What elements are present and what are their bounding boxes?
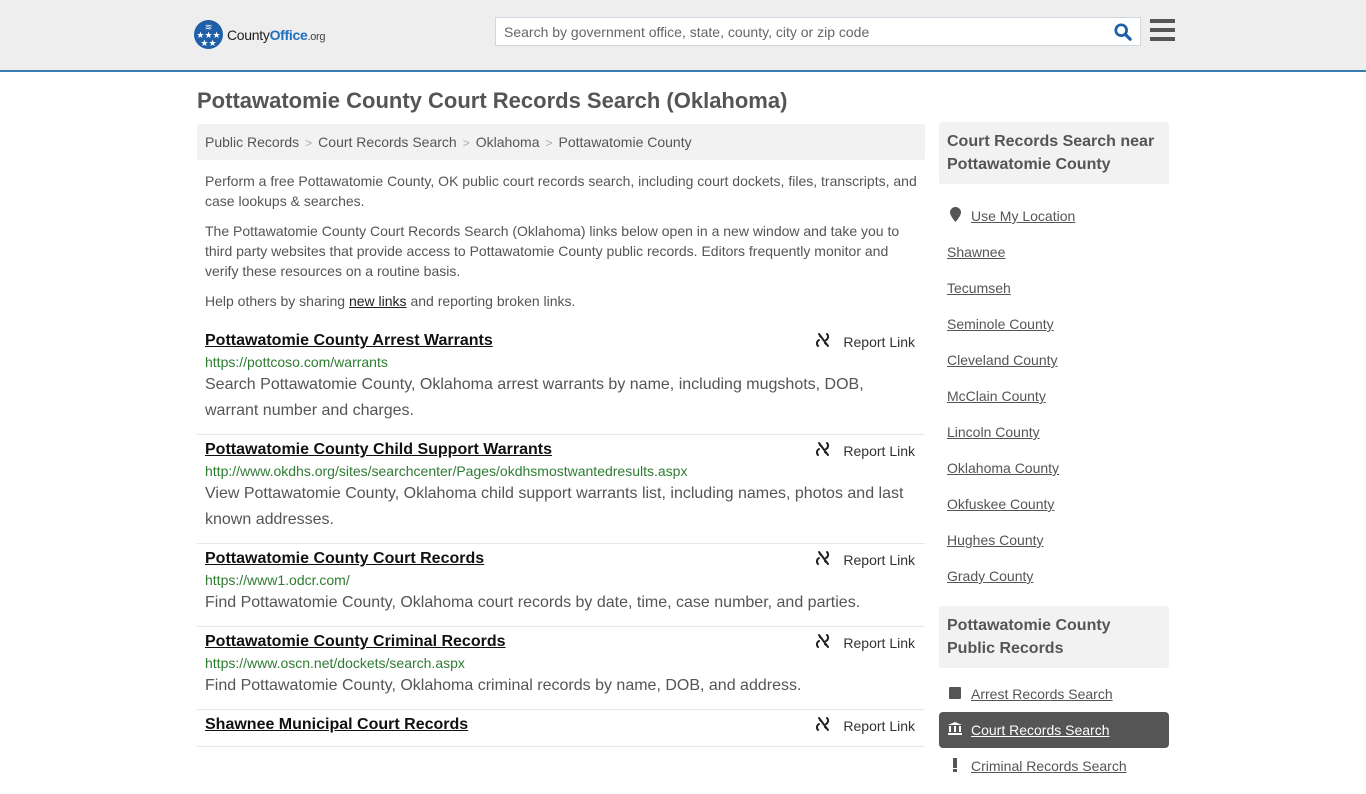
result-url[interactable]: https://www.oscn.net/dockets/search.aspx <box>205 653 917 673</box>
logo-text: CountyOffice.org <box>227 26 326 43</box>
nearby-item[interactable]: Shawnee <box>947 234 1161 270</box>
site-header: ≋ ★★★ ★★ CountyOffice.org <box>0 0 1366 72</box>
nearby-heading: Court Records Search near Pottawatomie C… <box>939 122 1169 184</box>
broken-link-icon <box>815 716 843 735</box>
help-text: Help others by sharing <box>205 293 349 309</box>
breadcrumb-pottawatomie-county[interactable]: Pottawatomie County <box>559 134 692 150</box>
breadcrumb-separator: > <box>545 136 553 150</box>
report-link-label: Report Link <box>843 634 915 651</box>
search-input[interactable] <box>496 18 1096 45</box>
result-url[interactable]: https://www1.odcr.com/ <box>205 570 917 590</box>
result-item: Shawnee Municipal Court Records Report Li… <box>197 710 925 747</box>
public-records-item[interactable]: Criminal Records Search <box>947 748 1161 784</box>
sidebar: Court Records Search near Pottawatomie C… <box>939 122 1169 794</box>
result-description: Find Pottawatomie County, Oklahoma court… <box>205 594 861 611</box>
nearby-link[interactable]: McClain County <box>947 388 1046 404</box>
nearby-item[interactable]: Hughes County <box>947 522 1161 558</box>
result-title-link[interactable]: Pottawatomie County Arrest Warrants <box>205 330 493 352</box>
report-link-button[interactable]: Report Link <box>815 633 915 652</box>
square-icon <box>947 686 963 702</box>
nearby-item[interactable]: McClain County <box>947 378 1161 414</box>
public-records-link[interactable]: Court Records Search <box>971 722 1110 738</box>
search-icon[interactable] <box>1114 23 1132 41</box>
use-my-location-link[interactable]: Use My Location <box>971 208 1075 224</box>
broken-link-icon <box>815 441 843 460</box>
public-records-item[interactable]: Court Records Search <box>939 712 1169 748</box>
public-records-item[interactable]: Arrest Records Search <box>947 676 1161 712</box>
public-records-link[interactable]: Arrest Records Search <box>971 686 1113 702</box>
nearby-link[interactable]: Oklahoma County <box>947 460 1059 476</box>
nearby-list: Use My Location Shawnee Tecumseh Seminole … <box>939 184 1169 604</box>
result-title-link[interactable]: Shawnee Municipal Court Records <box>205 714 468 736</box>
report-link-button[interactable]: Report Link <box>815 441 915 460</box>
nearby-item[interactable]: Seminole County <box>947 306 1161 342</box>
result-item: Pottawatomie County Criminal Records Repo… <box>197 627 925 710</box>
nearby-link[interactable]: Lincoln County <box>947 424 1040 440</box>
broken-link-icon <box>815 332 843 351</box>
nearby-item[interactable]: Cleveland County <box>947 342 1161 378</box>
result-url[interactable]: http://www.okdhs.org/sites/searchcenter/… <box>205 461 917 481</box>
intro-text: Perform a free Pottawatomie County, OK p… <box>205 171 920 321</box>
nearby-item[interactable]: Grady County <box>947 558 1161 594</box>
report-link-label: Report Link <box>843 717 915 734</box>
breadcrumb-oklahoma[interactable]: Oklahoma <box>476 134 540 150</box>
intro-paragraph-3: Help others by sharing new links and rep… <box>205 291 920 311</box>
result-item: Pottawatomie County Court Records Report … <box>197 544 925 627</box>
nearby-link[interactable]: Grady County <box>947 568 1033 584</box>
breadcrumb-separator: > <box>462 136 470 150</box>
nearby-link[interactable]: Cleveland County <box>947 352 1058 368</box>
public-records-list: Arrest Records Search Court Records Searc… <box>939 668 1169 794</box>
result-item: Pottawatomie County Child Support Warran… <box>197 435 925 544</box>
result-title-link[interactable]: Pottawatomie County Criminal Records <box>205 631 506 653</box>
breadcrumb-court-records-search[interactable]: Court Records Search <box>318 134 457 150</box>
result-item: Pottawatomie County Arrest Warrants Repor… <box>197 326 925 435</box>
intro-paragraph-2: The Pottawatomie County Court Records Se… <box>205 223 900 279</box>
nearby-link[interactable]: Seminole County <box>947 316 1054 332</box>
use-my-location-item[interactable]: Use My Location <box>947 198 1161 234</box>
breadcrumb-public-records[interactable]: Public Records <box>205 134 299 150</box>
new-links-link[interactable]: new links <box>349 293 407 309</box>
report-link-label: Report Link <box>843 551 915 568</box>
broken-link-icon <box>815 633 843 652</box>
nearby-item[interactable]: Lincoln County <box>947 414 1161 450</box>
help-text: and reporting broken links. <box>406 293 576 309</box>
breadcrumb-separator: > <box>305 136 313 150</box>
nearby-link[interactable]: Tecumseh <box>947 280 1011 296</box>
report-link-label: Report Link <box>843 333 915 350</box>
nearby-item[interactable]: Okfuskee County <box>947 486 1161 522</box>
result-description: Find Pottawatomie County, Oklahoma crimi… <box>205 677 802 694</box>
exclamation-icon <box>947 757 963 775</box>
report-link-button[interactable]: Report Link <box>815 716 915 735</box>
result-description: Search Pottawatomie County, Oklahoma arr… <box>205 376 864 419</box>
map-marker-icon <box>947 207 963 225</box>
results-list: Pottawatomie County Arrest Warrants Repor… <box>197 326 925 747</box>
nearby-link[interactable]: Shawnee <box>947 244 1005 260</box>
broken-link-icon <box>815 550 843 569</box>
result-title-link[interactable]: Pottawatomie County Child Support Warran… <box>205 439 552 461</box>
site-logo[interactable]: ≋ ★★★ ★★ CountyOffice.org <box>194 20 326 49</box>
result-url[interactable]: https://pottcoso.com/warrants <box>205 352 917 372</box>
breadcrumb: Public Records > Court Records Search > Okla… <box>197 124 925 160</box>
courthouse-icon <box>947 722 963 738</box>
search-box <box>495 17 1141 46</box>
hamburger-menu-icon[interactable] <box>1150 19 1175 41</box>
nearby-link[interactable]: Hughes County <box>947 532 1044 548</box>
result-title-link[interactable]: Pottawatomie County Court Records <box>205 548 484 570</box>
nearby-item[interactable]: Oklahoma County <box>947 450 1161 486</box>
page-title: Pottawatomie County Court Records Search… <box>197 88 788 113</box>
intro-paragraph-1: Perform a free Pottawatomie County, OK p… <box>205 173 917 209</box>
report-link-label: Report Link <box>843 442 915 459</box>
eagle-stars-icon: ≋ ★★★ ★★ <box>194 20 223 49</box>
nearby-item[interactable]: Tecumseh <box>947 270 1161 306</box>
nearby-link[interactable]: Okfuskee County <box>947 496 1054 512</box>
result-description: View Pottawatomie County, Oklahoma child… <box>205 485 904 528</box>
report-link-button[interactable]: Report Link <box>815 550 915 569</box>
report-link-button[interactable]: Report Link <box>815 332 915 351</box>
public-records-link[interactable]: Criminal Records Search <box>971 758 1127 774</box>
public-records-heading: Pottawatomie County Public Records <box>939 606 1169 668</box>
